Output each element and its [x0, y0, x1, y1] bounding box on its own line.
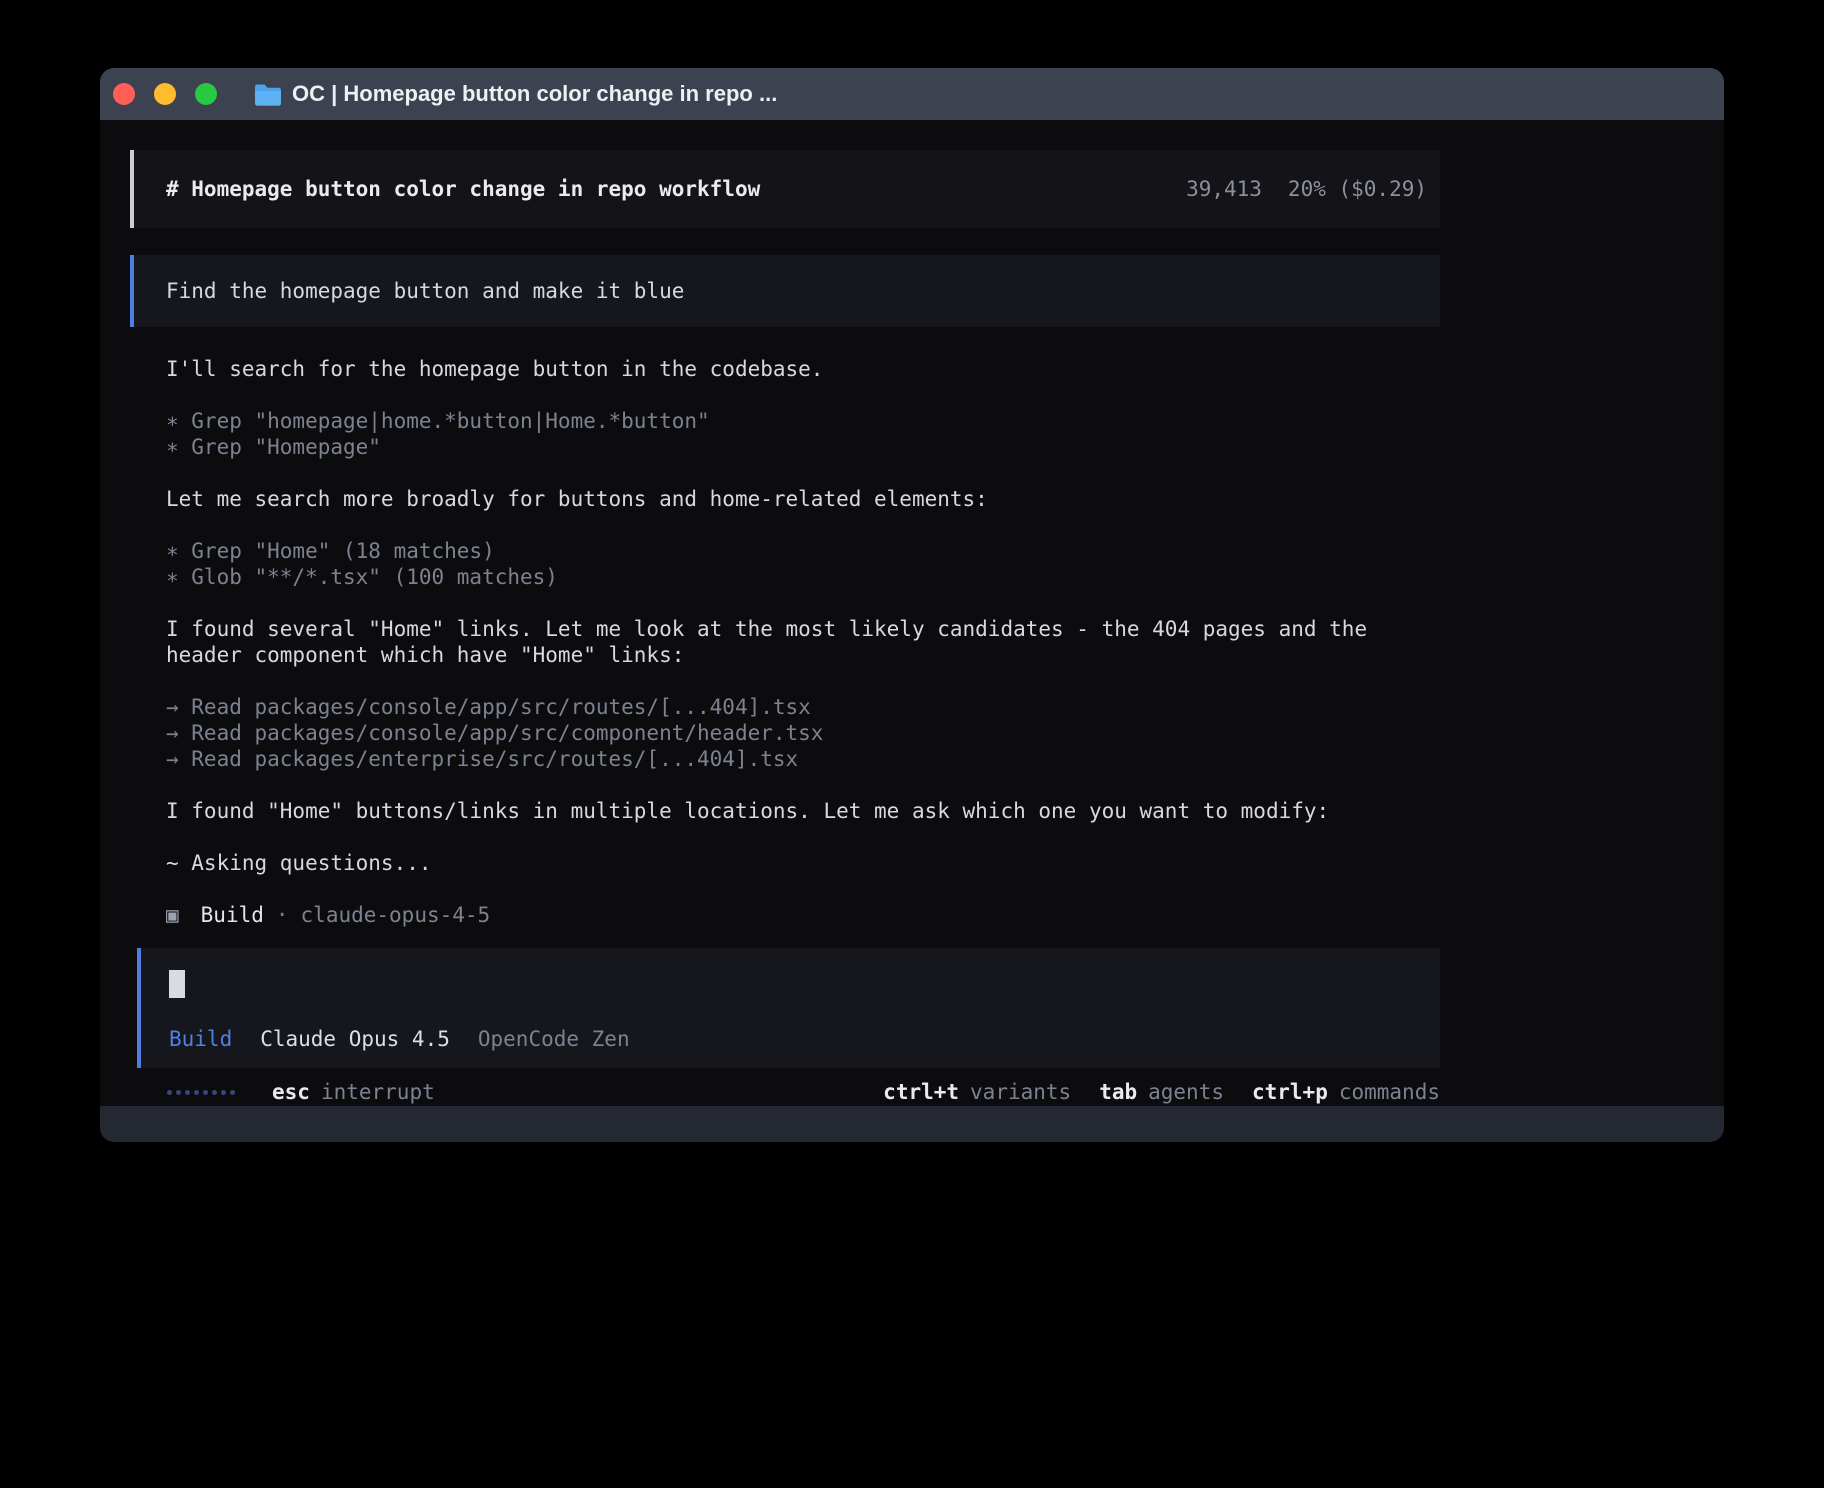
- statusbar-right: ctrl+t variants tab agents ctrl+p commands: [883, 1079, 1440, 1105]
- titlebar[interactable]: OC | Homepage button color change in rep…: [100, 68, 1724, 120]
- shortcut-label: variants: [970, 1079, 1071, 1105]
- shortcut-label: commands: [1339, 1079, 1440, 1105]
- tool-call-read: → Read packages/enterprise/src/routes/[.…: [166, 746, 1440, 772]
- shortcut-agents: tab agents: [1099, 1079, 1224, 1105]
- shortcut-key: tab: [1099, 1079, 1137, 1105]
- assistant-transcript: I'll search for the homepage button in t…: [166, 356, 1440, 928]
- shortcut-variants: ctrl+t variants: [883, 1079, 1071, 1105]
- agent-separator: ·: [276, 902, 289, 928]
- shortcut-label: interrupt: [321, 1079, 435, 1105]
- folder-icon: [253, 83, 281, 106]
- shortcut-commands: ctrl+p commands: [1252, 1079, 1440, 1105]
- tool-call-grep: ∗ Grep "Homepage": [166, 434, 1440, 460]
- session-header: # Homepage button color change in repo w…: [130, 150, 1440, 228]
- shortcut-label: agents: [1148, 1079, 1224, 1105]
- tool-call-grep: ∗ Grep "homepage|home.*button|Home.*butt…: [166, 408, 1440, 434]
- tool-call-read: → Read packages/console/app/src/componen…: [166, 720, 1440, 746]
- context-usage: 20% ($0.29): [1288, 176, 1427, 202]
- statusbar-left: esc interrupt: [167, 1079, 435, 1105]
- minimize-button[interactable]: [154, 83, 176, 105]
- mode-selector[interactable]: Build: [169, 1026, 232, 1052]
- assistant-text: Let me search more broadly for buttons a…: [166, 486, 1440, 512]
- agent-status: ▣ Build · claude-opus-4-5: [166, 902, 1440, 928]
- user-message-text: Find the homepage button and make it blu…: [166, 278, 684, 304]
- tui-column: # Homepage button color change in repo w…: [130, 120, 1440, 1105]
- close-button[interactable]: [113, 83, 135, 105]
- asking-questions-status: ~ Asking questions...: [166, 850, 1440, 876]
- input-meta: Build Claude Opus 4.5 OpenCode Zen: [169, 1026, 1412, 1052]
- agent-name: Build: [201, 902, 264, 928]
- shortcut-key: esc: [272, 1079, 310, 1105]
- user-message: Find the homepage button and make it blu…: [130, 255, 1440, 327]
- prompt-input[interactable]: Build Claude Opus 4.5 OpenCode Zen: [137, 948, 1440, 1068]
- tool-call-read: → Read packages/console/app/src/routes/[…: [166, 694, 1440, 720]
- session-stats: 39,413 20% ($0.29): [1186, 176, 1427, 202]
- shortcut-key: ctrl+t: [883, 1079, 959, 1105]
- traffic-lights: [113, 83, 217, 105]
- provider-name: OpenCode Zen: [478, 1026, 630, 1052]
- token-count: 39,413: [1186, 176, 1262, 202]
- tool-call-grep: ∗ Grep "Home" (18 matches): [166, 538, 1440, 564]
- shortcut-key: ctrl+p: [1252, 1079, 1328, 1105]
- shortcut-interrupt: esc interrupt: [272, 1079, 435, 1105]
- text-cursor: [169, 970, 185, 998]
- session-title: # Homepage button color change in repo w…: [166, 176, 760, 202]
- window-title: OC | Homepage button color change in rep…: [292, 81, 777, 107]
- agent-model: claude-opus-4-5: [301, 902, 491, 928]
- terminal-window: OC | Homepage button color change in rep…: [100, 68, 1724, 1142]
- model-name[interactable]: Claude Opus 4.5: [260, 1026, 450, 1052]
- tool-call-glob: ∗ Glob "**/*.tsx" (100 matches): [166, 564, 1440, 590]
- agent-icon: ▣: [166, 902, 179, 928]
- statusbar: esc interrupt ctrl+t variants tab agents ct…: [167, 1079, 1440, 1105]
- zoom-button[interactable]: [195, 83, 217, 105]
- progress-dots-icon: [167, 1090, 235, 1095]
- assistant-text: I'll search for the homepage button in t…: [166, 356, 1440, 382]
- assistant-text: I found several "Home" links. Let me loo…: [166, 616, 1440, 668]
- terminal-content: # Homepage button color change in repo w…: [100, 120, 1724, 1106]
- assistant-text: I found "Home" buttons/links in multiple…: [166, 798, 1440, 824]
